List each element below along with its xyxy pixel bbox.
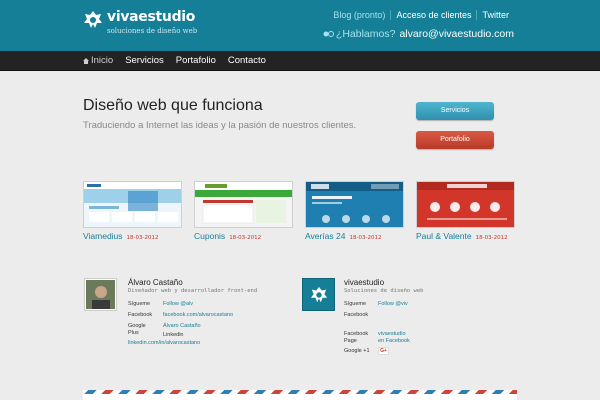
nav-label: Inicio [91,55,114,66]
page-title: Diseño web que funciona [83,97,263,114]
person-gplus-label: Google [128,323,146,329]
company-logo [302,278,335,311]
company-name: vivaestudio [344,278,385,287]
email-link[interactable]: alvaro@vivaestudio.com [399,28,514,40]
person-follow-link[interactable]: Follow @alv [163,301,193,307]
company-fbpage-label-2: Page [344,338,357,344]
services-button[interactable]: Servicios [416,102,494,120]
nav-item-portafolio[interactable]: Portafolio [176,55,216,66]
company-fbpage-link[interactable]: vivaestudio [378,331,406,337]
portfolio-date: 18-03-2012 [126,235,159,241]
gplus-button[interactable]: G+ [378,347,389,355]
person-facebook-link[interactable]: facebook.com/alvarocastano [163,312,233,318]
portfolio-date: 18-03-2012 [349,235,382,241]
person-photo [86,280,115,309]
portfolio-item[interactable]: Averías 24 18-03-2012 [305,231,381,241]
portfolio-name[interactable]: Averías 24 [305,231,345,241]
airmail-stripe [83,390,517,394]
top-links: Blog (pronto) Acceso de clientes Twitter [328,10,514,20]
viamedius-screenshot [84,182,181,227]
person-gplus-label-2: Plus [128,330,139,336]
company-facebook-label: Facebook [344,312,369,318]
portfolio-name[interactable]: Cuponis [194,231,225,241]
company-gplus-label: Google +1 [344,348,370,354]
client-access-link[interactable]: Acceso de clientes [390,10,476,20]
logo-icon [310,286,327,302]
portfolio-thumb-paul-valente[interactable] [416,181,515,228]
page-subtitle: Traduciendo a Internet las ideas y la pa… [83,120,357,131]
nav-item-inicio[interactable]: Inicio [83,55,113,66]
person-role: Diseñador web y desarrollador front-end [128,288,258,294]
portfolio-date: 18-03-2012 [475,235,508,241]
avatar [84,278,117,311]
brand-name[interactable]: vivaestudio [107,9,195,25]
person-linkedin-link[interactable]: linkedin.com/in/alvarocastano [128,340,200,346]
portfolio-name[interactable]: Viamedius [83,231,123,241]
blog-link[interactable]: Blog (pronto) [328,10,390,20]
person-name: Álvaro Castaño [128,278,183,287]
nav-item-servicios[interactable]: Servicios [125,55,164,66]
company-follow-label: Sígueme [344,301,367,307]
nav-item-contacto[interactable]: Contacto [228,55,266,66]
site-header: vivaestudio soluciones de diseño web Blo… [0,0,600,51]
portfolio-name[interactable]: Paul & Valente [416,231,472,241]
home-icon [83,57,89,64]
chat-icon [323,31,334,37]
person-follow-label: Sígueme [128,301,151,307]
twitter-link[interactable]: Twitter [476,10,514,20]
company-fbpage-label: Facebook [344,331,369,337]
person-gplus-link[interactable]: Álvaro Castaño [163,323,201,329]
portfolio-item[interactable]: Viamedius 18-03-2012 [83,231,159,241]
company-fbpage-link-2[interactable]: en Facebook [378,338,410,344]
person-linkedin-label: Linkedin [163,332,184,338]
talk-label: ¿Hablamos? [335,28,396,40]
brand-tagline: soluciones de diseño web [107,27,198,35]
airmail-border [83,390,517,400]
cuponis-screenshot [195,182,292,227]
portfolio-thumb-cuponis[interactable] [194,181,293,228]
main-nav: Inicio Servicios Portafolio Contacto [0,51,600,71]
portfolio-item[interactable]: Paul & Valente 18-03-2012 [416,231,508,241]
portfolio-button[interactable]: Portafolio [416,131,494,149]
person-facebook-label: Facebook [128,312,153,318]
portfolio-item[interactable]: Cuponis 18-03-2012 [194,231,261,241]
portfolio-thumb-viamedius[interactable] [83,181,182,228]
portfolio-date: 18-03-2012 [229,235,262,241]
logo-icon[interactable] [83,10,103,30]
company-role: Soluciones de diseño web [344,288,424,294]
company-follow-link[interactable]: Follow @viv [378,301,408,307]
averias-screenshot [306,182,403,227]
portfolio-thumb-averias[interactable] [305,181,404,228]
paul-valente-screenshot [417,182,514,227]
contact-row: ¿Hablamos? alvaro@vivaestudio.com [323,28,514,40]
